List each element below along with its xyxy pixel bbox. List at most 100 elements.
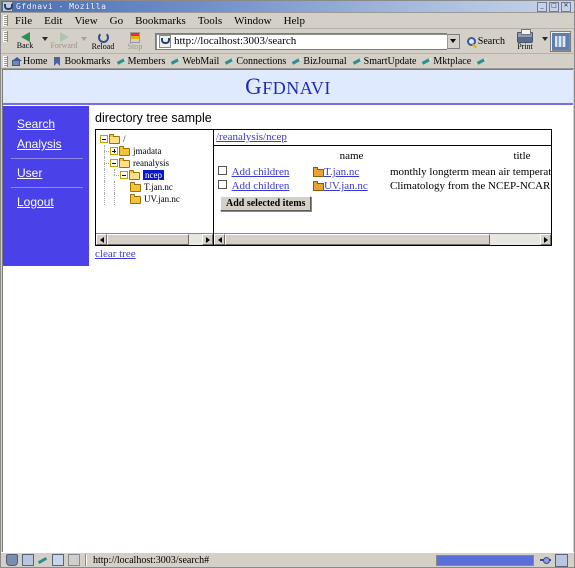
url-bar[interactable]: http://localhost:3003/search — [155, 32, 447, 50]
tree-node-label: reanalysis — [133, 158, 169, 168]
sidebar-item-user[interactable]: User — [3, 163, 89, 183]
home-icon — [12, 56, 22, 66]
list-scroll-thumb[interactable] — [225, 234, 490, 245]
page-title: GFDNAVI — [245, 74, 331, 100]
pen-icon — [422, 57, 431, 66]
collapse-toggle-icon[interactable] — [120, 171, 128, 179]
tree-node-root[interactable]: / — [100, 133, 213, 145]
menu-view[interactable]: View — [68, 15, 103, 27]
close-button[interactable]: ✕ — [561, 1, 571, 12]
bookmark-bookmarks[interactable]: Bookmarks — [50, 56, 113, 67]
pen-icon — [292, 57, 301, 66]
forward-history-dropdown[interactable] — [80, 31, 87, 51]
scroll-right-icon[interactable] — [540, 234, 551, 245]
list-horizontal-scrollbar[interactable] — [214, 233, 551, 245]
row-checkbox-cell — [214, 165, 232, 179]
print-dropdown[interactable] — [541, 31, 548, 51]
add-selected-items-button[interactable]: Add selected items — [220, 196, 312, 211]
display-icon[interactable] — [22, 554, 34, 566]
online-status-icon[interactable] — [540, 555, 551, 566]
tree-node-jmadata[interactable]: jmadata — [100, 145, 213, 157]
minimize-button[interactable]: _ — [537, 1, 547, 12]
tree-node-ncep[interactable]: ncep — [100, 169, 213, 181]
add-children-link[interactable]: Add children — [232, 166, 290, 178]
stop-button[interactable]: Stop — [119, 30, 151, 53]
reload-button[interactable]: Reload — [87, 30, 119, 53]
row-checkbox[interactable] — [218, 180, 228, 189]
folder-open-icon — [119, 157, 130, 168]
security-shield-icon[interactable] — [6, 554, 18, 566]
menu-tools[interactable]: Tools — [192, 15, 228, 27]
tree-guide — [100, 181, 110, 193]
nav-toolbar-grip[interactable] — [3, 31, 8, 42]
item-name-link[interactable]: T.jan.nc — [324, 166, 359, 178]
item-name-link[interactable]: UV.jan.nc — [324, 180, 368, 192]
maximize-button[interactable]: □ — [549, 1, 559, 12]
add-children-link[interactable]: Add children — [232, 180, 290, 192]
addressbook-icon[interactable] — [52, 554, 64, 566]
expand-toggle-icon[interactable] — [110, 147, 118, 155]
stop-button-label: Stop — [127, 41, 143, 51]
menu-bookmarks[interactable]: Bookmarks — [129, 15, 192, 27]
sidebar-item-analysis[interactable]: Analysis — [3, 134, 89, 154]
bookmark-bizjournal[interactable]: BizJournal — [289, 56, 349, 67]
clear-tree-link[interactable]: clear tree — [95, 248, 136, 260]
sidebar-item-search[interactable]: Search — [3, 114, 89, 134]
bookmark-mktplace[interactable]: Mktplace — [419, 56, 474, 67]
search-button[interactable]: Search — [462, 32, 509, 50]
bookmark-members[interactable]: Members — [114, 56, 169, 67]
pen-icon — [353, 57, 362, 66]
personal-toolbar-grip[interactable] — [3, 56, 8, 67]
bookmark-webmail[interactable]: WebMail — [168, 56, 222, 67]
tree-node-uv-jan-nc[interactable]: UV.jan.nc — [100, 193, 213, 205]
url-dropdown-button[interactable] — [446, 33, 460, 49]
row-checkbox[interactable] — [218, 166, 228, 175]
url-input[interactable]: http://localhost:3003/search — [174, 35, 296, 47]
resize-grip-icon[interactable] — [555, 553, 568, 567]
row-title-cell: Climatology from the NCEP-NCAR reanalysi… — [389, 180, 551, 192]
sidebar-item-logout[interactable]: Logout — [3, 192, 89, 212]
content-heading: directory tree sample — [95, 111, 212, 125]
folder-closed-icon — [119, 145, 130, 156]
print-button[interactable]: Print — [509, 28, 541, 53]
row-name-cell: UV.jan.nc — [312, 179, 390, 193]
bookmark-home[interactable]: Home — [9, 56, 50, 67]
back-history-dropdown[interactable] — [41, 31, 48, 51]
pen-icon — [477, 57, 486, 66]
row-add-children-cell: Add children — [232, 165, 313, 179]
composer-pen-icon[interactable] — [38, 555, 48, 565]
bookmark-connections[interactable]: Connections — [222, 56, 289, 67]
status-icon-group — [3, 554, 86, 566]
menu-help[interactable]: Help — [278, 15, 311, 27]
directory-browser: / jmadata reanalysis ncep T.jan.nc UV.ja… — [95, 129, 552, 246]
scroll-left-icon[interactable] — [214, 234, 225, 245]
tree-scroll-thumb[interactable] — [107, 234, 189, 245]
bookmark-smartupdate[interactable]: SmartUpdate — [350, 56, 420, 67]
menu-go[interactable]: Go — [104, 15, 129, 27]
list-scroll-track[interactable] — [225, 234, 540, 245]
bookmark-overflow[interactable] — [474, 57, 491, 66]
header-blank-1 — [214, 150, 232, 165]
lock-icon[interactable] — [68, 554, 80, 566]
throbber-icon[interactable] — [550, 30, 571, 52]
breadcrumb-link[interactable]: /reanalysis/ncep — [216, 131, 287, 143]
tree-scroll-track[interactable] — [107, 234, 202, 245]
tree-node-t-jan-nc[interactable]: T.jan.nc — [100, 181, 213, 193]
sidebar-divider — [11, 158, 83, 159]
menu-bar-grip[interactable] — [3, 15, 8, 26]
scroll-left-icon[interactable] — [96, 234, 107, 245]
collapse-toggle-icon[interactable] — [110, 159, 118, 167]
menu-edit[interactable]: Edit — [38, 15, 68, 27]
scroll-right-icon[interactable] — [202, 234, 213, 245]
menu-window[interactable]: Window — [228, 15, 277, 27]
forward-button[interactable]: Forward — [48, 30, 80, 53]
back-button[interactable]: Back — [9, 30, 41, 53]
tree-guide — [110, 193, 120, 205]
tree-node-reanalysis[interactable]: reanalysis — [100, 157, 213, 169]
collapse-toggle-icon[interactable] — [100, 135, 108, 143]
folder-closed-icon — [130, 193, 141, 204]
bookmark-icon — [53, 56, 62, 66]
menu-file[interactable]: File — [9, 15, 38, 27]
tree-horizontal-scrollbar[interactable] — [96, 233, 213, 245]
forward-arrow-icon — [59, 32, 69, 42]
